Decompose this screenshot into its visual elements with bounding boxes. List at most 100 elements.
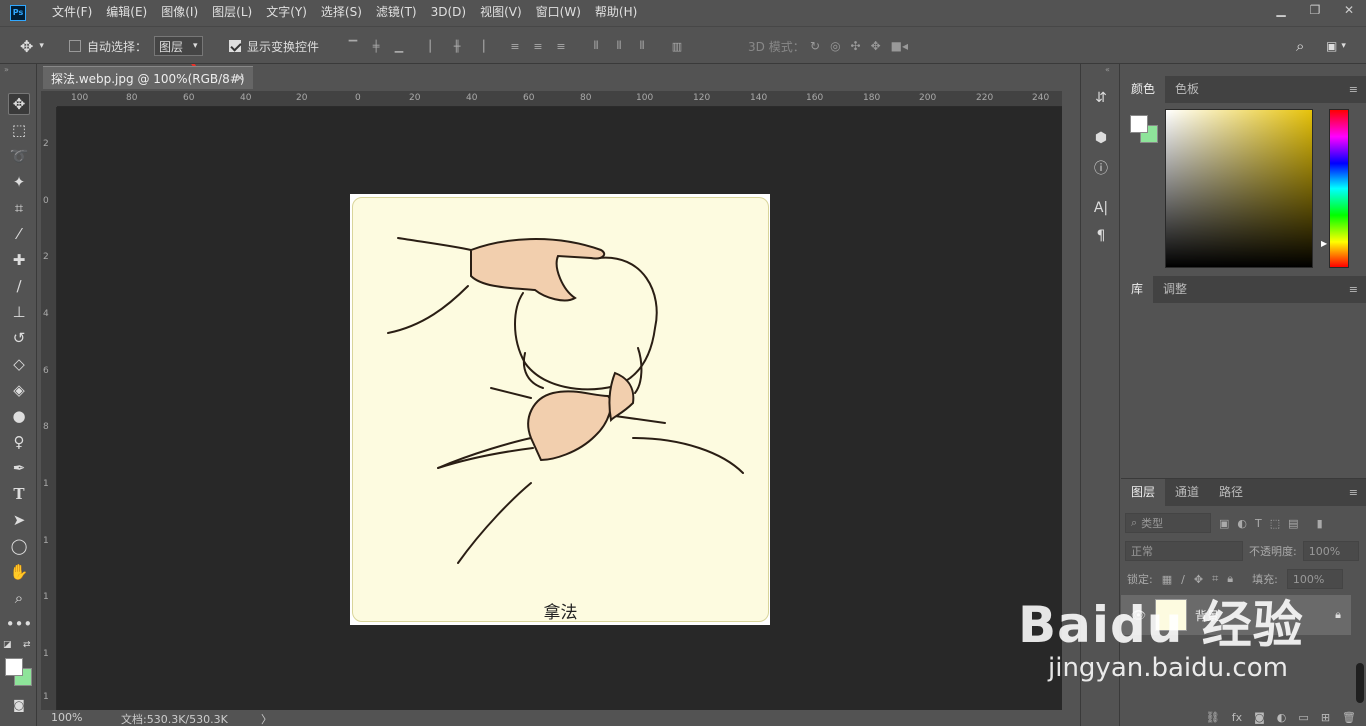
- 3d-roll-icon[interactable]: ◎: [830, 39, 840, 53]
- document-image[interactable]: 拿法: [350, 194, 770, 625]
- quick-mask-icon[interactable]: ◙: [8, 694, 30, 716]
- panel-menu-icon[interactable]: ≡: [1349, 83, 1358, 96]
- marquee-tool-icon[interactable]: ⬚: [8, 119, 30, 141]
- history-panel-icon[interactable]: ⇵: [1091, 88, 1111, 108]
- menu-view[interactable]: 视图(V): [473, 0, 529, 25]
- distribute-hcenter-icon[interactable]: ⦀: [612, 39, 626, 53]
- menu-help[interactable]: 帮助(H): [588, 0, 644, 25]
- crop-tool-icon[interactable]: ⌗: [8, 197, 30, 219]
- align-left-icon[interactable]: ▏: [427, 39, 441, 53]
- collapse-icon[interactable]: »: [4, 65, 9, 74]
- swap-colors-icon[interactable]: ⇄: [23, 640, 31, 650]
- zoom-tool-icon[interactable]: ⌕: [8, 587, 30, 609]
- 3d-scale-icon[interactable]: ■◂: [891, 39, 908, 53]
- tab-channels[interactable]: 通道: [1165, 479, 1209, 506]
- distribute-left-icon[interactable]: ⦀: [589, 39, 603, 53]
- tab-layers[interactable]: 图层: [1121, 479, 1166, 506]
- expand-panels-icon[interactable]: «: [1105, 65, 1110, 74]
- panel-foreground-swatch[interactable]: [1130, 115, 1148, 133]
- foreground-color-swatch[interactable]: [5, 658, 23, 676]
- ellipse-tool-icon[interactable]: ◯: [8, 535, 30, 557]
- 3d-drag-icon[interactable]: ✣: [851, 39, 861, 53]
- align-right-icon[interactable]: ▕: [473, 39, 487, 53]
- hue-slider[interactable]: [1329, 109, 1349, 268]
- link-layers-icon[interactable]: ⛓: [1206, 711, 1220, 724]
- distribute-right-icon[interactable]: ⦀: [635, 39, 649, 53]
- ruler-origin[interactable]: [41, 91, 57, 107]
- filter-type-icon[interactable]: T: [1255, 517, 1262, 530]
- filter-smart-object-icon[interactable]: ▤: [1288, 517, 1298, 530]
- magic-wand-tool-icon[interactable]: ✦: [8, 171, 30, 193]
- character-panel-icon[interactable]: A|: [1091, 198, 1111, 218]
- menu-type[interactable]: 文字(Y): [259, 0, 314, 25]
- close-tab-icon[interactable]: ✕: [235, 71, 245, 85]
- auto-select-target-dropdown[interactable]: 图层 ▾: [154, 36, 203, 56]
- tab-paths[interactable]: 路径: [1209, 479, 1253, 506]
- more-tools-icon[interactable]: •••: [6, 613, 33, 635]
- blend-mode-dropdown[interactable]: 正常: [1125, 541, 1243, 561]
- brush-tool-icon[interactable]: ∕: [8, 275, 30, 297]
- eyedropper-tool-icon[interactable]: ⁄: [8, 223, 30, 245]
- panel-menu-icon[interactable]: ≡: [1349, 283, 1358, 296]
- panel-menu-icon[interactable]: ≡: [1349, 486, 1358, 499]
- layer-filter-dropdown[interactable]: ⌕ 类型: [1125, 513, 1211, 533]
- menu-layer[interactable]: 图层(L): [205, 0, 259, 25]
- move-tool-preset[interactable]: ✥ ▾: [20, 27, 44, 65]
- move-tool-icon[interactable]: ✥: [8, 93, 30, 115]
- lock-all-icon[interactable]: 🔒︎: [1227, 572, 1233, 586]
- lock-transparent-icon[interactable]: ▦: [1162, 573, 1172, 586]
- status-menu-arrow[interactable]: 〉: [261, 711, 272, 726]
- align-hcenter-icon[interactable]: ╫: [450, 39, 464, 53]
- type-tool-icon[interactable]: T: [8, 483, 30, 505]
- align-top-icon[interactable]: ▔: [346, 39, 360, 53]
- filter-adjustment-icon[interactable]: ◐: [1237, 517, 1247, 530]
- menu-edit[interactable]: 编辑(E): [99, 0, 154, 25]
- delete-layer-icon[interactable]: 🗑︎: [1342, 711, 1356, 724]
- healing-brush-tool-icon[interactable]: ✚: [8, 249, 30, 271]
- eraser-tool-icon[interactable]: ◇: [8, 353, 30, 375]
- layers-scrollbar[interactable]: [1356, 663, 1364, 703]
- blur-tool-icon[interactable]: ●: [8, 405, 30, 427]
- align-vcenter-icon[interactable]: ╪: [369, 39, 383, 53]
- color-spectrum-field[interactable]: [1165, 109, 1313, 268]
- menu-filter[interactable]: 滤镜(T): [369, 0, 424, 25]
- lock-artboard-icon[interactable]: ⌗: [1212, 572, 1218, 586]
- lock-position-icon[interactable]: ✥: [1194, 573, 1203, 586]
- filter-toggle-icon[interactable]: ▮: [1317, 517, 1323, 530]
- distribute-bottom-icon[interactable]: ≡: [554, 39, 568, 53]
- new-layer-icon[interactable]: ⊞: [1321, 711, 1330, 724]
- opacity-field[interactable]: 100%: [1302, 541, 1359, 561]
- restore-button[interactable]: ❐: [1298, 0, 1332, 20]
- filter-pixel-icon[interactable]: ▣: [1219, 517, 1229, 530]
- lasso-tool-icon[interactable]: ➰: [8, 145, 30, 167]
- auto-select-checkbox[interactable]: [69, 40, 81, 52]
- pen-tool-icon[interactable]: ✒: [8, 457, 30, 479]
- search-icon[interactable]: ⌕: [1296, 27, 1304, 65]
- 3d-panel-icon[interactable]: ⬢: [1091, 128, 1111, 148]
- menu-window[interactable]: 窗口(W): [529, 0, 588, 25]
- menu-3d[interactable]: 3D(D): [424, 0, 473, 25]
- horizontal-ruler[interactable]: 100 80 60 40 20 0 20 40 60 80 100 120 14…: [57, 91, 1062, 107]
- filter-shape-icon[interactable]: ⬚: [1270, 517, 1280, 530]
- lock-pixels-icon[interactable]: ∕: [1181, 573, 1185, 586]
- distribute-top-icon[interactable]: ≡: [508, 39, 522, 53]
- layer-style-icon[interactable]: fx: [1232, 711, 1242, 724]
- path-selection-tool-icon[interactable]: ➤: [8, 509, 30, 531]
- menu-image[interactable]: 图像(I): [154, 0, 205, 25]
- tab-adjustments[interactable]: 调整: [1153, 276, 1197, 303]
- tab-libraries[interactable]: 库: [1121, 276, 1154, 303]
- new-group-icon[interactable]: ▭: [1298, 711, 1308, 724]
- info-panel-icon[interactable]: ⓘ: [1091, 158, 1111, 178]
- canvas-area[interactable]: 拿法: [57, 107, 1062, 710]
- vertical-ruler[interactable]: 2 0 2 4 6 8 1 1 1 1 1: [41, 107, 57, 710]
- auto-align-icon[interactable]: ▥: [670, 39, 684, 53]
- hand-tool-icon[interactable]: ✋: [8, 561, 30, 583]
- zoom-level[interactable]: 100%: [51, 711, 82, 724]
- distribute-vcenter-icon[interactable]: ≡: [531, 39, 545, 53]
- 3d-slide-icon[interactable]: ✥: [871, 39, 881, 53]
- paint-bucket-tool-icon[interactable]: ◈: [8, 379, 30, 401]
- menu-file[interactable]: 文件(F): [45, 0, 99, 25]
- add-mask-icon[interactable]: ◙: [1254, 711, 1265, 724]
- fill-field[interactable]: 100%: [1286, 569, 1343, 589]
- dodge-tool-icon[interactable]: ♀: [8, 431, 30, 453]
